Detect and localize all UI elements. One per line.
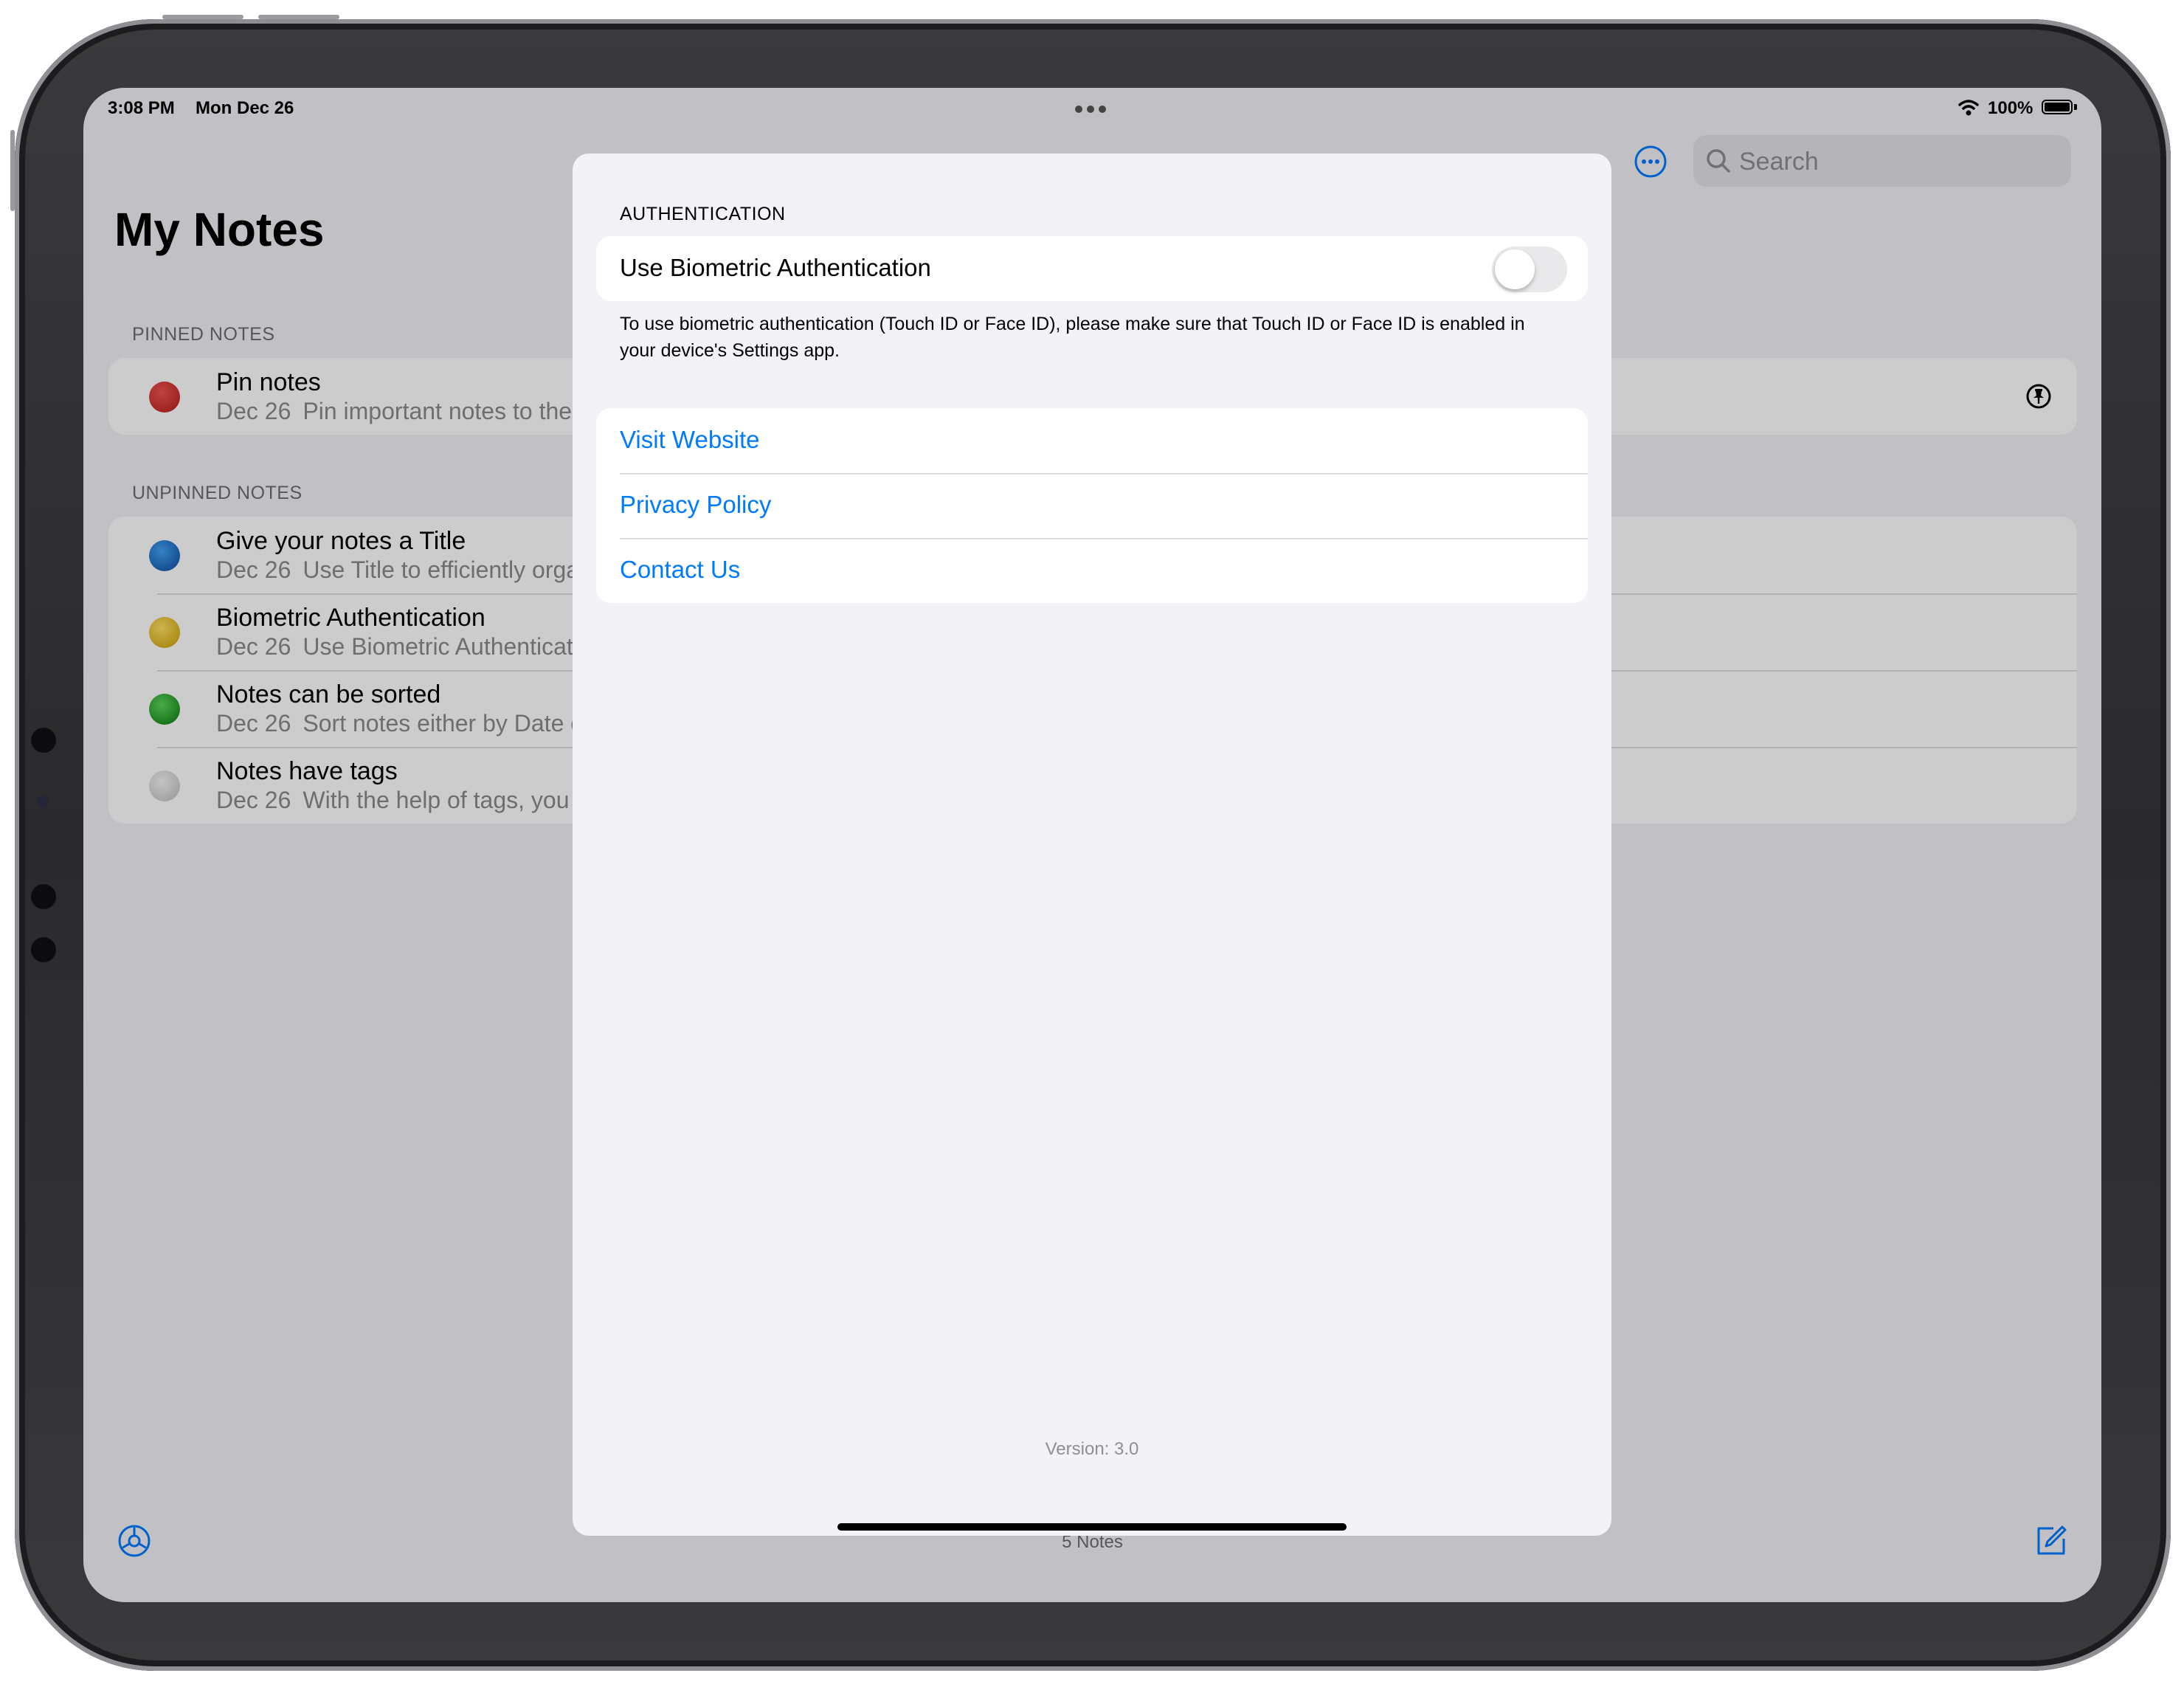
authentication-section-header: AUTHENTICATION: [620, 204, 786, 224]
authentication-footer: To use biometric authentication (Touch I…: [620, 314, 1525, 361]
visit-website-link[interactable]: Visit Website: [596, 408, 1588, 473]
bezel-sensor: [31, 728, 56, 753]
home-indicator[interactable]: [837, 1523, 1347, 1531]
privacy-policy-link[interactable]: Privacy Policy: [596, 473, 1588, 538]
link-label: Privacy Policy: [620, 491, 772, 518]
toggle-knob: [1495, 249, 1535, 289]
ipad-screen: 3:08 PM Mon Dec 26 100% Search My Notes …: [83, 88, 2101, 1602]
biometric-row: Use Biometric Authentication: [596, 236, 1588, 301]
links-card: Visit Website Privacy Policy Contact Us: [596, 408, 1588, 603]
authentication-card: Use Biometric Authentication: [596, 236, 1588, 301]
link-label: Visit Website: [620, 426, 760, 453]
bezel-sensor: [31, 884, 56, 909]
top-button-left: [162, 15, 243, 19]
top-button-right: [258, 15, 339, 19]
bezel-sensor: [31, 937, 56, 962]
side-button: [10, 130, 15, 211]
contact-us-link[interactable]: Contact Us: [596, 538, 1588, 603]
link-label: Contact Us: [620, 556, 741, 583]
biometric-label: Use Biometric Authentication: [620, 254, 931, 281]
version-label: Version: 3.0: [1045, 1439, 1139, 1459]
biometric-toggle[interactable]: [1492, 246, 1567, 292]
bezel-sensor: [37, 796, 49, 807]
settings-sheet: AUTHENTICATION Use Biometric Authenticat…: [573, 154, 1611, 1536]
